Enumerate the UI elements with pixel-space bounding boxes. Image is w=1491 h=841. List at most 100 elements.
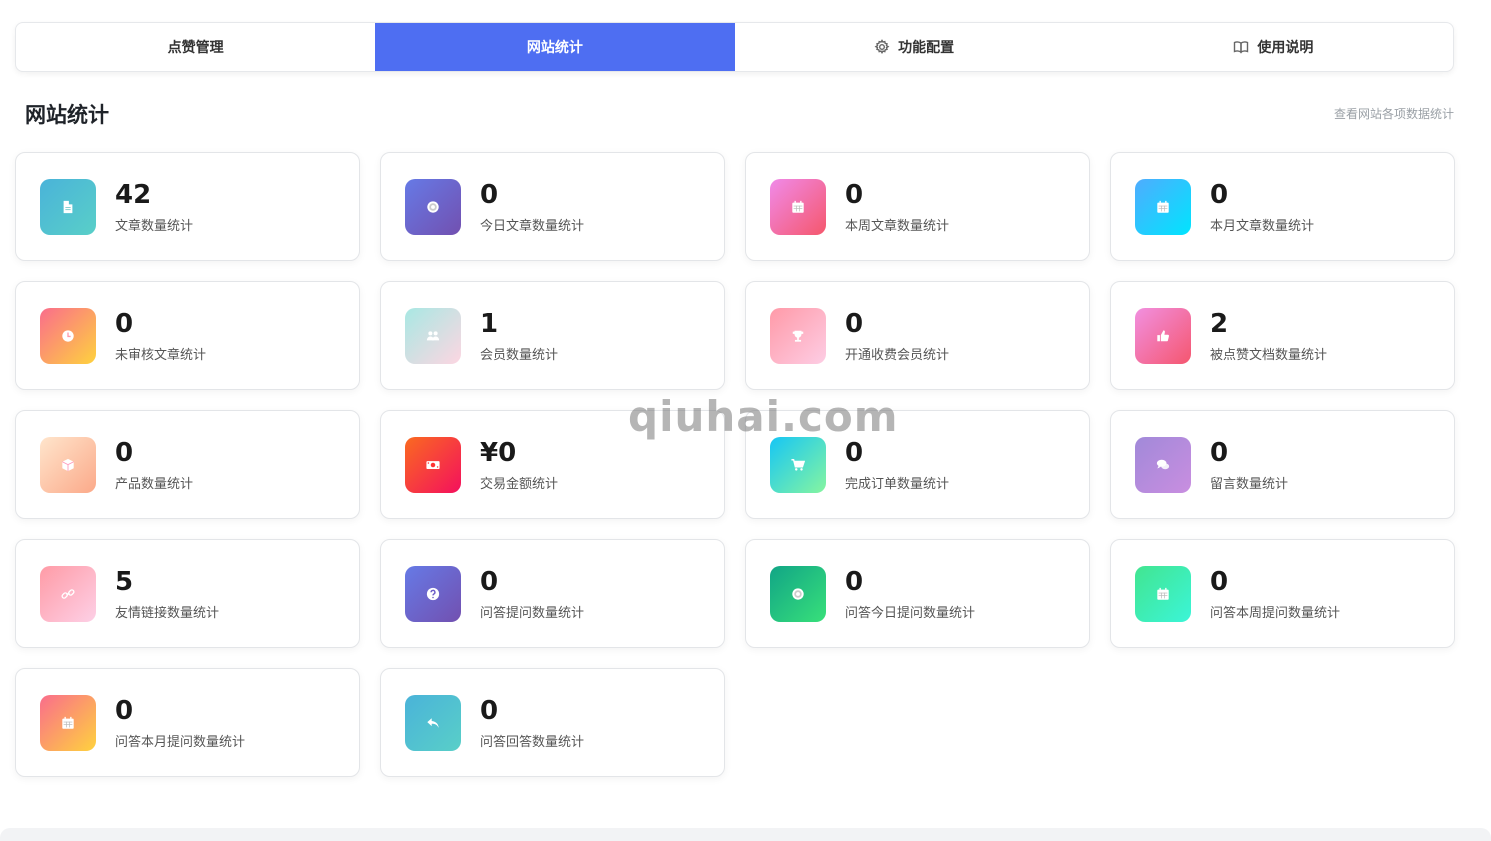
stat-icon-box — [1135, 436, 1191, 493]
stat-label: 问答今日提问数量统计 — [845, 605, 976, 621]
stat-label: 问答回答数量统计 — [480, 734, 585, 750]
thumbs-up-icon — [1157, 329, 1169, 341]
stat-label: 未审核文章统计 — [115, 347, 207, 363]
stat-card: 0 留言数量统计 — [1110, 410, 1455, 519]
book-icon — [1234, 41, 1249, 54]
stat-value: 0 — [480, 179, 499, 210]
stat-icon-box — [405, 565, 461, 622]
trophy-icon — [792, 330, 804, 342]
tab-bar: 点赞管理 网站统计 功能配置 使用说明 — [15, 22, 1454, 72]
tab-instructions[interactable]: 使用说明 — [1094, 23, 1453, 71]
stat-value: 5 — [115, 566, 134, 597]
stat-value: 0 — [480, 566, 499, 597]
stat-card: 0 本周文章数量统计 — [745, 152, 1090, 261]
comments-icon — [1156, 459, 1170, 469]
stat-value: 0 — [1210, 566, 1229, 597]
tab-label: 使用说明 — [1257, 40, 1314, 56]
tab-label: 点赞管理 — [167, 40, 224, 56]
stat-value: 0 — [115, 308, 134, 339]
stat-value: 0 — [480, 695, 499, 726]
stat-card: 2 被点赞文档数量统计 — [1110, 281, 1455, 390]
watermark: qiuhai.com — [628, 392, 899, 441]
stat-info: 42 文章数量统计 — [115, 180, 193, 234]
stat-card: 0 问答回答数量统计 — [380, 668, 725, 777]
stat-icon-box — [40, 307, 96, 364]
stat-value: 0 — [845, 437, 864, 468]
stat-label: 被点赞文档数量统计 — [1210, 347, 1328, 363]
stat-info: 0 本月文章数量统计 — [1210, 180, 1314, 234]
stat-card: 0 问答提问数量统计 — [380, 539, 725, 648]
tab-label: 网站统计 — [526, 40, 583, 56]
stat-label: 留言数量统计 — [1210, 476, 1289, 492]
stat-icon-box — [405, 436, 461, 493]
stat-card: 0 问答本月提问数量统计 — [15, 668, 360, 777]
stat-label: 问答本周提问数量统计 — [1210, 605, 1341, 621]
stat-value: 0 — [1210, 437, 1229, 468]
stat-icon-box — [770, 436, 826, 493]
stat-label: 文章数量统计 — [115, 218, 194, 234]
page-description: 查看网站各项数据统计 — [1333, 107, 1454, 121]
stat-label: 本月文章数量统计 — [1210, 218, 1315, 234]
stat-label: 交易金额统计 — [480, 476, 559, 492]
stat-card: 0 本月文章数量统计 — [1110, 152, 1455, 261]
stat-card: 1 会员数量统计 — [380, 281, 725, 390]
stat-info: 0 问答本周提问数量统计 — [1210, 567, 1340, 621]
stat-label: 问答本月提问数量统计 — [115, 734, 246, 750]
stat-info: 1 会员数量统计 — [480, 309, 558, 363]
stat-icon-box — [770, 565, 826, 622]
gear-icon — [874, 39, 890, 55]
stat-icon-box — [405, 694, 461, 751]
tab-label: 功能配置 — [898, 40, 955, 56]
calendar-icon — [792, 200, 804, 213]
tab-like-management[interactable]: 点赞管理 — [16, 23, 375, 71]
question-icon — [426, 587, 440, 600]
stat-info: 0 问答回答数量统计 — [480, 696, 584, 750]
stat-value: ¥0 — [480, 437, 517, 468]
stat-value: 42 — [115, 179, 152, 210]
cart-icon — [791, 458, 805, 471]
stat-icon-box — [405, 307, 461, 364]
stat-info: 0 产品数量统计 — [115, 438, 193, 492]
stat-info: 0 未审核文章统计 — [115, 309, 206, 363]
stat-card: 42 文章数量统计 — [15, 152, 360, 261]
stat-icon-box — [770, 307, 826, 364]
stat-value: 0 — [845, 179, 864, 210]
stat-info: 2 被点赞文档数量统计 — [1210, 309, 1327, 363]
stat-label: 会员数量统计 — [480, 347, 559, 363]
tab-site-statistics[interactable]: 网站统计 — [375, 23, 735, 71]
tab-feature-config[interactable]: 功能配置 — [735, 23, 1094, 71]
stat-label: 产品数量统计 — [115, 476, 194, 492]
stat-card: 0 未审核文章统计 — [15, 281, 360, 390]
stat-label: 今日文章数量统计 — [480, 218, 585, 234]
stat-icon-box — [1135, 307, 1191, 364]
stats-grid: 42 文章数量统计 0 今日文章数量统计 0 本周文章数量统计 0 本月文章数量统计 0 未审核文… — [15, 152, 1455, 777]
stat-label: 问答提问数量统计 — [480, 605, 585, 621]
money-icon — [426, 460, 440, 469]
stat-label: 完成订单数量统计 — [845, 476, 950, 492]
stat-icon-box — [405, 178, 461, 235]
stat-label: 友情链接数量统计 — [115, 605, 220, 621]
box-icon — [62, 458, 74, 471]
stat-label: 开通收费会员统计 — [845, 347, 950, 363]
stat-value: 0 — [845, 566, 864, 597]
stat-card: 5 友情链接数量统计 — [15, 539, 360, 648]
users-icon — [426, 330, 440, 340]
stat-icon-box — [770, 178, 826, 235]
document-icon — [63, 200, 73, 213]
stat-info: ¥0 交易金额统计 — [480, 438, 558, 492]
stat-icon-box — [40, 178, 96, 235]
stat-label: 本周文章数量统计 — [845, 218, 950, 234]
link-icon — [61, 588, 75, 599]
stat-icon-box — [1135, 565, 1191, 622]
stat-card: 0 问答今日提问数量统计 — [745, 539, 1090, 648]
target-icon — [792, 587, 804, 600]
stat-info: 0 问答本月提问数量统计 — [115, 696, 245, 750]
stat-card: 0 问答本周提问数量统计 — [1110, 539, 1455, 648]
stat-info: 5 友情链接数量统计 — [115, 567, 219, 621]
bottom-scroll-area — [0, 828, 1491, 841]
stat-value: 0 — [115, 695, 134, 726]
stat-value: 0 — [115, 437, 134, 468]
calendar-icon — [1157, 587, 1169, 600]
calendar-icon — [62, 716, 74, 729]
stat-info: 0 开通收费会员统计 — [845, 309, 949, 363]
